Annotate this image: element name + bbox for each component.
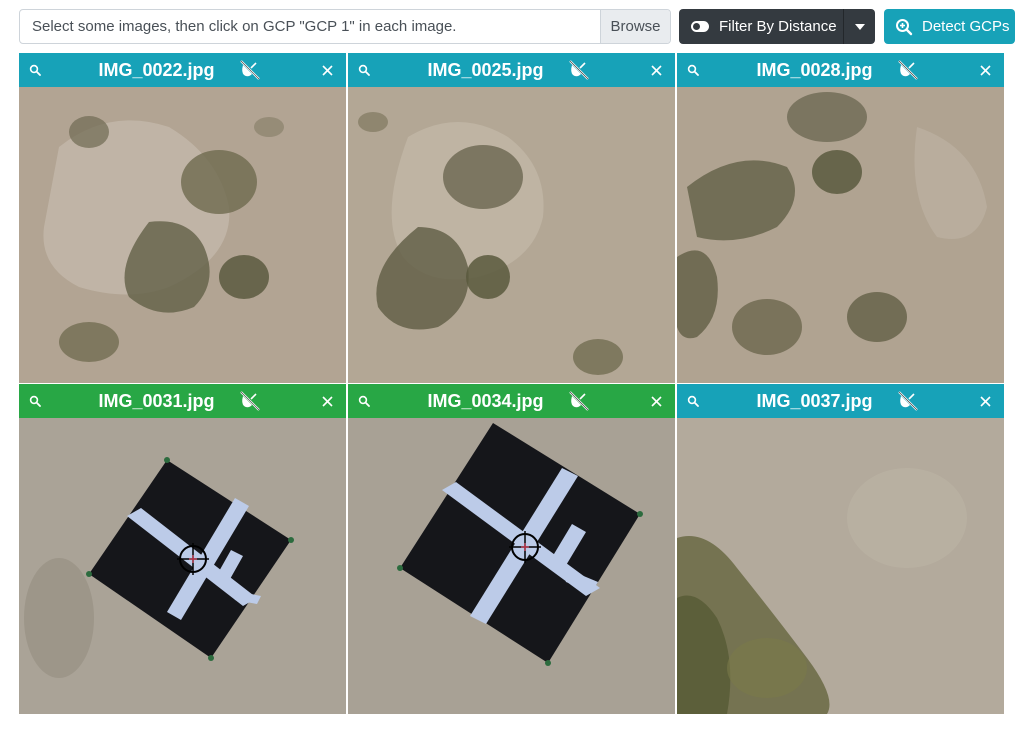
filter-by-distance-label: Filter By Distance <box>719 18 837 35</box>
image-filename: IMG_0037.jpg <box>756 391 873 411</box>
toggle-icon <box>691 21 709 32</box>
filter-dropdown-toggle[interactable] <box>843 9 875 44</box>
image-filename: IMG_0031.jpg <box>98 391 215 411</box>
image-card-header: IMG_0022.jpg <box>19 53 346 87</box>
image-card[interactable]: IMG_0025.jpg <box>348 53 675 383</box>
image-file-input[interactable]: Select some images, then click on GCP "G… <box>19 9 671 44</box>
image-grid: IMG_0022.jpg IMG_0025.jpg IMG_0028.jpg I… <box>19 53 1004 714</box>
no-gps-satellite-icon[interactable] <box>238 59 262 81</box>
image-preview[interactable] <box>677 87 1004 383</box>
image-card[interactable]: IMG_0028.jpg <box>677 53 1004 383</box>
no-gps-satellite-icon[interactable] <box>896 390 920 412</box>
close-icon[interactable] <box>980 396 991 407</box>
image-filename: IMG_0025.jpg <box>427 60 544 80</box>
image-filename: IMG_0022.jpg <box>98 60 215 80</box>
no-gps-satellite-icon[interactable] <box>567 390 591 412</box>
filter-by-distance-button[interactable]: Filter By Distance <box>679 9 875 44</box>
image-preview[interactable] <box>19 87 346 383</box>
image-preview[interactable] <box>19 418 346 714</box>
close-icon[interactable] <box>651 396 662 407</box>
image-preview[interactable] <box>677 418 1004 714</box>
image-card[interactable]: IMG_0022.jpg <box>19 53 346 383</box>
caret-down-icon <box>855 24 865 30</box>
file-input-placeholder: Select some images, then click on GCP "G… <box>32 18 457 35</box>
close-icon[interactable] <box>651 65 662 76</box>
close-icon[interactable] <box>980 65 991 76</box>
detect-gcps-label: Detect GCPs <box>922 18 1010 35</box>
close-icon[interactable] <box>322 396 333 407</box>
image-card-header: IMG_0025.jpg <box>348 53 675 87</box>
image-card[interactable]: IMG_0037.jpg <box>677 384 1004 714</box>
image-card-header: IMG_0031.jpg <box>19 384 346 418</box>
image-filename: IMG_0028.jpg <box>756 60 873 80</box>
no-gps-satellite-icon[interactable] <box>896 59 920 81</box>
detect-gcps-button[interactable]: Detect GCPs <box>884 9 1015 44</box>
image-card-header: IMG_0034.jpg <box>348 384 675 418</box>
close-icon[interactable] <box>322 65 333 76</box>
image-card-header: IMG_0028.jpg <box>677 53 1004 87</box>
image-preview[interactable] <box>348 418 675 714</box>
image-card[interactable]: IMG_0031.jpg <box>19 384 346 714</box>
image-preview[interactable] <box>348 87 675 383</box>
search-plus-icon <box>896 19 913 36</box>
image-card-header: IMG_0037.jpg <box>677 384 1004 418</box>
image-filename: IMG_0034.jpg <box>427 391 544 411</box>
toolbar: Select some images, then click on GCP "G… <box>19 9 1015 44</box>
no-gps-satellite-icon[interactable] <box>567 59 591 81</box>
image-card[interactable]: IMG_0034.jpg <box>348 384 675 714</box>
browse-button[interactable]: Browse <box>600 10 670 43</box>
no-gps-satellite-icon[interactable] <box>238 390 262 412</box>
